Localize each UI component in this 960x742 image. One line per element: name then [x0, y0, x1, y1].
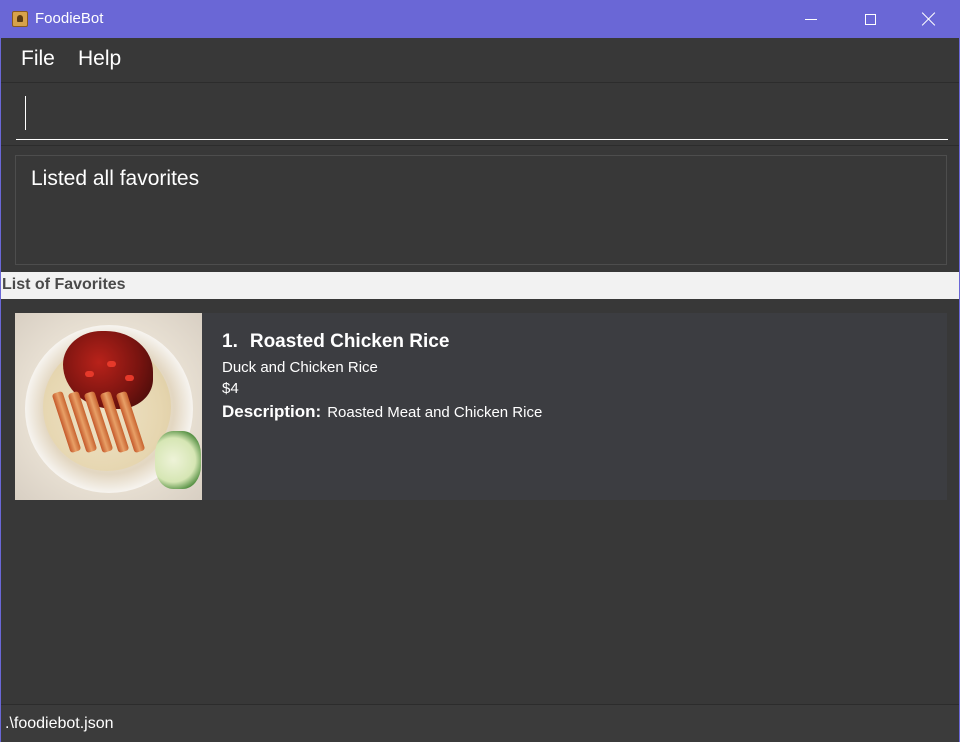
description-value: Roasted Meat and Chicken Rice: [327, 404, 543, 421]
close-button[interactable]: [900, 0, 958, 38]
result-message: Listed all favorites: [31, 167, 200, 190]
maximize-button[interactable]: [841, 0, 899, 38]
result-display: Listed all favorites: [15, 155, 947, 265]
app-icon: [12, 11, 28, 27]
description-label: Description:: [222, 402, 322, 421]
list-item[interactable]: 1. Roasted Chicken Rice Duck and Chicken…: [15, 313, 947, 500]
status-bar: .\foodiebot.json: [1, 704, 959, 742]
item-title: 1. Roasted Chicken Rice: [222, 331, 542, 353]
minimize-icon: [805, 18, 817, 20]
item-details: 1. Roasted Chicken Rice Duck and Chicken…: [222, 331, 542, 422]
text-caret: [25, 96, 26, 130]
item-description-row: Description: Roasted Meat and Chicken Ri…: [222, 402, 542, 422]
command-box: [1, 84, 959, 146]
maximize-icon: [864, 13, 876, 25]
chili-piece: [125, 375, 134, 381]
item-index: 1.: [222, 331, 238, 352]
save-file-path: .\foodiebot.json: [5, 715, 114, 732]
command-input[interactable]: [16, 92, 948, 140]
item-name: Roasted Chicken Rice: [249, 331, 450, 352]
cucumber-slice: [155, 431, 201, 489]
menu-help[interactable]: Help: [72, 47, 127, 71]
favorites-list[interactable]: 1. Roasted Chicken Rice Duck and Chicken…: [1, 299, 959, 704]
chili-piece: [107, 361, 116, 367]
window-title: FoodieBot: [35, 10, 104, 27]
menu-file[interactable]: File: [15, 47, 61, 71]
list-header-title: List of Favorites: [2, 276, 126, 293]
title-bar: FoodieBot: [0, 0, 960, 38]
close-icon: [922, 12, 936, 26]
list-header: List of Favorites: [1, 272, 959, 299]
minimize-button[interactable]: [782, 0, 840, 38]
food-image: [15, 313, 202, 500]
item-stall: Duck and Chicken Rice: [222, 359, 378, 376]
chili-piece: [85, 371, 94, 377]
item-price: $4: [222, 380, 239, 397]
menu-bar: File Help: [1, 38, 959, 83]
